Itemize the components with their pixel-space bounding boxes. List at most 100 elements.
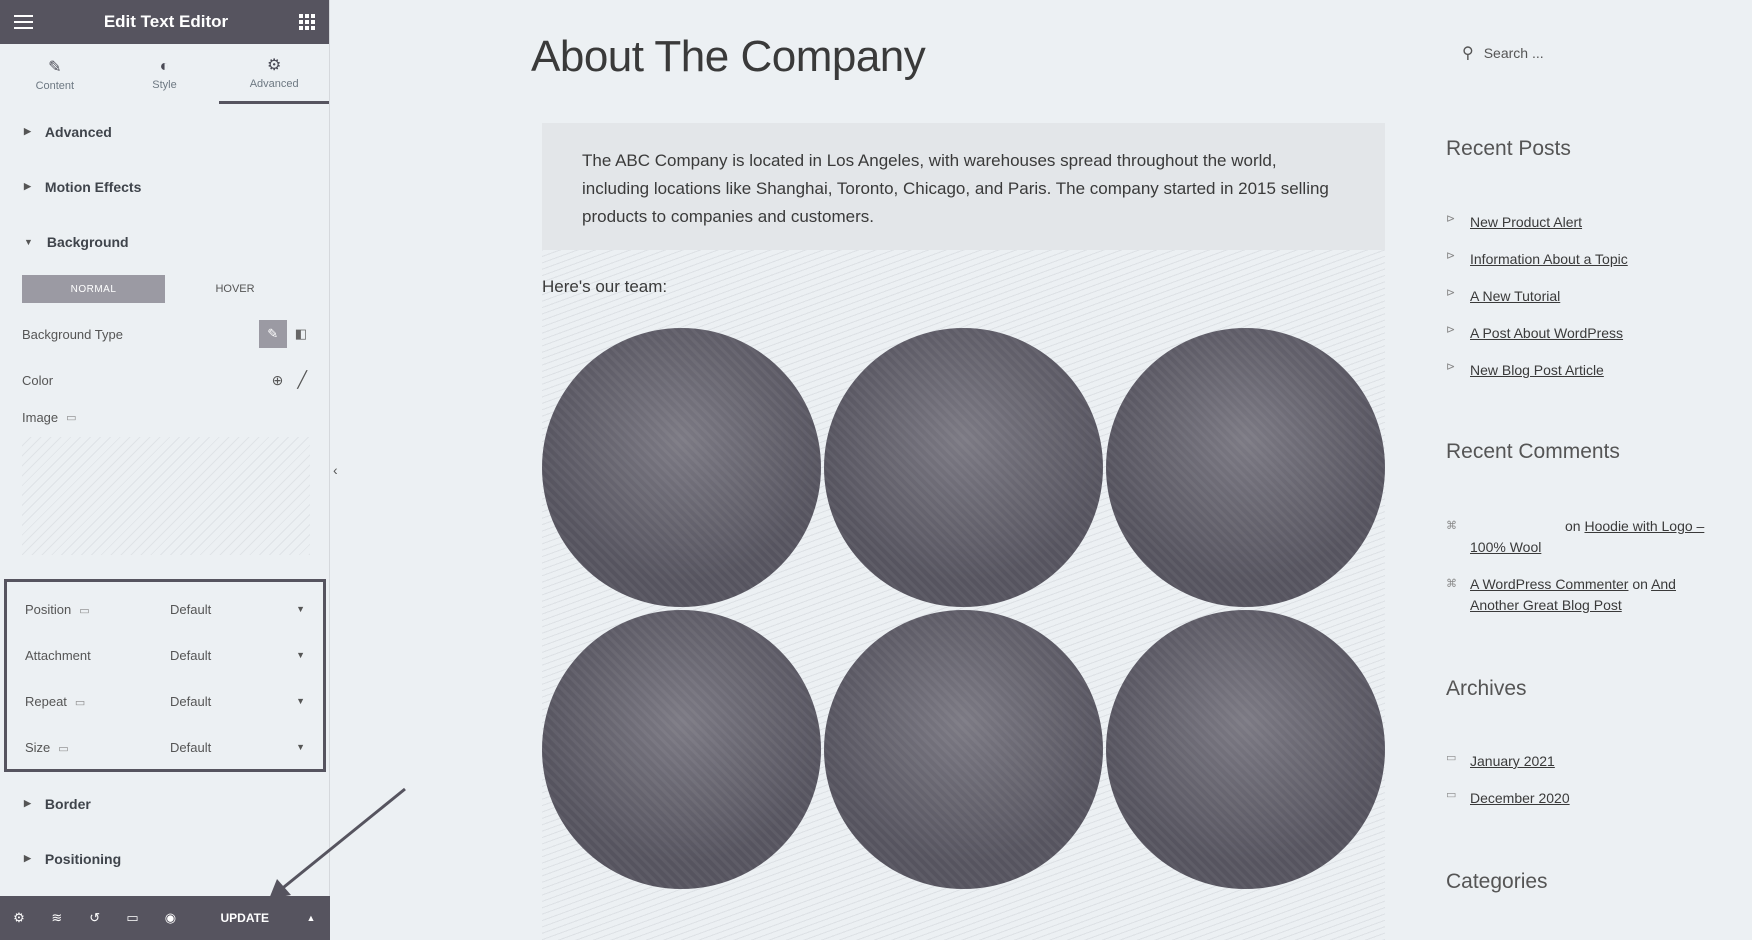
post-link[interactable]: New Blog Post Article [1470, 360, 1604, 381]
attachment-value: Default [170, 647, 212, 663]
list-item: ⌘ on Hoodie with Logo – 100% Wool [1446, 516, 1706, 558]
layers-icon[interactable]: ≋ [38, 910, 76, 926]
monitor-icon: ▭ [74, 696, 86, 709]
background-options-box: Position ▭ Default ▼ Attachment Default ▼… [4, 579, 326, 772]
chevron-down-icon: ▼ [296, 650, 305, 660]
comment-on-text: on [1565, 518, 1581, 534]
text-editor-widget[interactable]: The ABC Company is located in Los Angele… [542, 123, 1385, 940]
tab-style-label: Style [152, 78, 177, 91]
size-select-row[interactable]: Size ▭ Default ▼ [7, 724, 323, 770]
background-type-label: Background Type [22, 326, 123, 342]
section-advanced[interactable]: ▶ Advanced [0, 104, 329, 159]
archive-link[interactable]: January 2021 [1470, 751, 1555, 772]
position-value: Default [170, 601, 212, 617]
image-row: Image ▭ [0, 403, 329, 431]
list-item: ⊳ New Blog Post Article [1446, 360, 1628, 381]
image-preview[interactable] [22, 437, 310, 555]
position-select-row[interactable]: Position ▭ Default ▼ [7, 586, 323, 632]
post-link[interactable]: A New Tutorial [1470, 286, 1560, 307]
search-field[interactable]: ⚲ Search ... [1462, 43, 1544, 63]
widgets-grid-icon[interactable] [298, 14, 315, 30]
color-picker-icon[interactable]: ╱ [297, 370, 307, 390]
caret-right-icon: ▶ [24, 181, 31, 191]
section-background[interactable]: ▼ Background [0, 214, 329, 269]
recent-posts-list: ⊳ New Product Alert ⊳ Information About a … [1446, 212, 1628, 397]
repeat-select-row[interactable]: Repeat ▭ Default ▼ [7, 678, 323, 724]
update-button[interactable]: UPDATE [197, 911, 292, 925]
state-toggle: NORMAL HOVER [22, 275, 329, 303]
settings-gear-icon[interactable]: ⚙ [0, 910, 38, 926]
comment-icon: ⌘ [1446, 578, 1457, 590]
caret-right-icon: ▶ [24, 798, 31, 808]
team-heading: Here's our team: [542, 277, 668, 296]
list-item: ▭ December 2020 [1446, 788, 1570, 809]
caret-right-icon: ▶ [24, 853, 31, 863]
list-item: ⊳ A Post About WordPress [1446, 323, 1628, 344]
pin-icon: ⊳ [1446, 287, 1456, 299]
globe-icon[interactable]: ⊕ [272, 372, 284, 389]
attachment-label: Attachment [25, 647, 91, 663]
pin-icon: ⊳ [1446, 324, 1456, 336]
folder-icon: ▭ [1446, 789, 1457, 801]
section-motion-effects-label: Motion Effects [44, 178, 142, 195]
pin-icon: ⊳ [1446, 250, 1456, 262]
post-link[interactable]: Information About a Topic [1470, 249, 1628, 270]
comment-author-link[interactable]: A WordPress Commenter [1470, 576, 1628, 592]
team-photo-2 [824, 328, 1103, 607]
caret-right-icon: ▶ [24, 126, 31, 136]
image-label: Image [22, 409, 59, 425]
panel-header: Edit Text Editor [0, 0, 329, 44]
post-link[interactable]: New Product Alert [1470, 212, 1582, 233]
categories-heading: Categories [1446, 870, 1548, 893]
position-label: Position [25, 601, 72, 617]
section-motion-effects[interactable]: ▶ Motion Effects [0, 159, 329, 214]
recent-comments-list: ⌘ on Hoodie with Logo – 100% Wool ⌘ A Wo… [1446, 516, 1706, 632]
section-advanced-label: Advanced [44, 123, 112, 140]
state-hover-tab[interactable]: HOVER [165, 283, 305, 295]
background-type-row: Background Type ✎ ◧ [0, 311, 329, 357]
archive-link[interactable]: December 2020 [1470, 788, 1570, 809]
chevron-down-icon: ▼ [296, 696, 305, 706]
tab-advanced-label: Advanced [249, 78, 299, 90]
attachment-select-row[interactable]: Attachment Default ▼ [7, 632, 323, 678]
intro-paragraph: The ABC Company is located in Los Angele… [542, 123, 1385, 250]
responsive-monitor-icon[interactable]: ▭ [114, 910, 152, 926]
recent-posts-heading: Recent Posts [1446, 137, 1571, 160]
comment-on-text: on [1632, 576, 1648, 592]
monitor-icon: ▭ [79, 604, 90, 617]
tab-style[interactable]: ◐ Style [110, 44, 220, 104]
monitor-icon: ▭ [58, 742, 69, 755]
section-border-label: Border [44, 795, 91, 812]
pencil-icon: ✎ [48, 58, 62, 76]
state-normal-tab[interactable]: NORMAL [22, 275, 165, 303]
team-photo-1 [542, 328, 821, 607]
repeat-label: Repeat [25, 693, 67, 709]
classic-brush-icon[interactable]: ✎ [258, 320, 287, 348]
team-photo-6 [1106, 610, 1385, 889]
chevron-down-icon: ▼ [296, 742, 305, 752]
post-link[interactable]: A Post About WordPress [1470, 323, 1623, 344]
panel-tabs: ✎ Content ◐ Style ⚙ Advanced [0, 44, 330, 104]
search-icon: ⚲ [1462, 45, 1474, 62]
list-item: ⊳ A New Tutorial [1446, 286, 1628, 307]
archives-heading: Archives [1446, 677, 1527, 700]
folder-icon: ▭ [1446, 752, 1457, 764]
menu-icon[interactable] [14, 11, 33, 33]
history-icon[interactable]: ↺ [76, 910, 114, 926]
gradient-icon[interactable]: ◧ [295, 326, 307, 342]
preview-eye-icon[interactable]: ◉ [152, 910, 190, 926]
comment-post-link[interactable]: Hoodie with Logo – 100% Wool [1470, 518, 1704, 555]
monitor-icon: ▭ [66, 411, 77, 424]
caret-up-icon[interactable]: ▲ [292, 913, 330, 923]
tab-content[interactable]: ✎ Content [0, 44, 110, 104]
repeat-value: Default [170, 693, 212, 709]
section-background-label: Background [46, 233, 129, 250]
panel-title: Edit Text Editor [103, 12, 229, 31]
tab-advanced[interactable]: ⚙ Advanced [219, 44, 330, 104]
collapse-panel-icon[interactable]: ‹ [333, 462, 338, 478]
list-item: ⌘ A WordPress Commenter on And Another G… [1446, 574, 1706, 616]
list-item: ⊳ Information About a Topic [1446, 249, 1628, 270]
team-photo-4 [542, 610, 821, 889]
list-item: ⊳ New Product Alert [1446, 212, 1628, 233]
size-value: Default [170, 739, 212, 755]
